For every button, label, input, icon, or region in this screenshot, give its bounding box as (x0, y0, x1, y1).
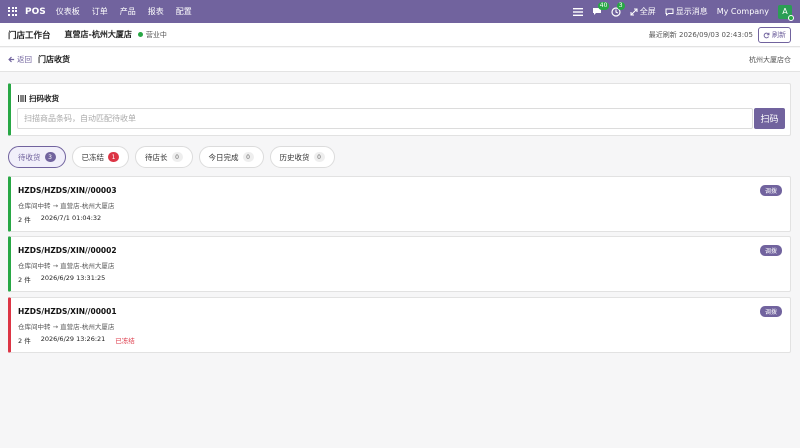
list-icon[interactable] (572, 7, 583, 16)
nav-reports[interactable]: 报表 (148, 6, 164, 17)
scan-button[interactable]: 扫码 (754, 108, 785, 129)
barcode-input[interactable] (17, 108, 753, 129)
store-name: 直营店-杭州大厦店 (64, 30, 132, 39)
brand-name[interactable]: POS (25, 7, 46, 17)
scan-title-text: 扫码收货 (29, 94, 59, 103)
chat-button[interactable]: 40 (592, 2, 610, 16)
tab-pending[interactable]: 待收货 3 (8, 146, 66, 168)
tab-label: 已冻结 (81, 152, 105, 162)
tab-count-badge: 0 (313, 152, 325, 162)
tab-count-badge: 1 (108, 152, 119, 162)
frozen-status: 已冻结 (115, 337, 135, 345)
nav-config[interactable]: 配置 (176, 6, 192, 17)
topbar-right: 40 3 全屏 显示消息 My Company A (572, 0, 800, 23)
tab-label: 今日完成 (208, 152, 239, 162)
order-card[interactable]: HZDS/HZDS/XIN//00001 仓库间中转 → 直营店-杭州大厦店 2… (8, 297, 791, 353)
barcode-icon (18, 95, 26, 102)
warehouse-name: 杭州大厦店仓 (749, 55, 791, 64)
activity-count-badge: 3 (616, 1, 625, 10)
message-icon (665, 8, 674, 16)
order-route: 仓库间中转 → 直营店-杭州大厦店 (18, 202, 115, 210)
avatar-letter: A (782, 7, 788, 16)
status-dot-icon (137, 32, 143, 37)
page-title: 门店收货 (38, 55, 70, 64)
activity-button[interactable]: 3 (611, 1, 625, 17)
tab-today-done[interactable]: 今日完成 0 (198, 146, 264, 168)
nav-products[interactable]: 产品 (120, 6, 136, 17)
workbench-bar: 门店工作台 直营店-杭州大厦店 营业中 最近刷新 2026/09/03 02:4… (0, 23, 800, 47)
chat-count-badge: 40 (597, 2, 610, 10)
store-status: 营业中 (137, 30, 167, 40)
apps-grid-icon[interactable] (8, 6, 18, 17)
order-time: 2026/6/29 13:31:25 (40, 274, 106, 282)
page-header: 返回 门店收货 杭州大厦店仓 (0, 48, 800, 72)
store-status-text: 营业中 (145, 30, 167, 39)
tab-label: 待店长 (145, 152, 168, 162)
order-qty: 2 件 (18, 276, 31, 284)
order-route: 仓库间中转 → 直营店-杭州大厦店 (18, 323, 115, 331)
transfer-tag: 调拨 (759, 306, 782, 317)
refresh-label: 刷新 (772, 31, 786, 39)
order-qty: 2 件 (18, 216, 31, 224)
tab-count-badge: 0 (242, 152, 254, 162)
back-button[interactable]: 返回 (8, 54, 32, 65)
tab-count-badge: 0 (171, 152, 183, 162)
order-card[interactable]: HZDS/HZDS/XIN//00003 仓库间中转 → 直营店-杭州大厦店 2… (8, 176, 791, 232)
workbench-title: 门店工作台 (8, 30, 51, 41)
order-time: 2026/6/29 13:26:21 (40, 335, 106, 343)
refresh-button[interactable]: 刷新 (758, 27, 791, 43)
scan-receive-card: 扫码收货 扫码 (8, 83, 791, 136)
nav-orders[interactable]: 订单 (92, 6, 108, 17)
back-label: 返回 (17, 55, 32, 64)
refresh-icon (763, 32, 770, 38)
tab-label: 待收货 (18, 152, 41, 162)
online-status-dot (788, 14, 794, 21)
tab-label: 历史收货 (279, 152, 310, 162)
top-navbar: POS 仪表板 订单 产品 报表 配置 40 3 全屏 显示消息 My Comp… (0, 0, 800, 23)
order-code: HZDS/HZDS/XIN//00001 (18, 307, 117, 316)
company-switcher[interactable]: My Company (717, 7, 769, 16)
tab-frozen[interactable]: 已冻结 1 (71, 146, 129, 168)
expand-icon (630, 7, 638, 16)
order-card[interactable]: HZDS/HZDS/XIN//00002 仓库间中转 → 直营店-杭州大厦店 2… (8, 236, 791, 292)
order-code: HZDS/HZDS/XIN//00003 (18, 186, 117, 195)
fullscreen-label: 全屏 (639, 7, 656, 16)
tab-count-badge: 3 (44, 152, 56, 162)
order-meta: 2 件 2026/6/29 13:31:25 (18, 274, 115, 284)
tab-manager[interactable]: 待店长 0 (135, 146, 193, 168)
refresh-area: 最近刷新 2026/09/03 02:43:05 刷新 (649, 23, 791, 47)
arrow-left-icon (8, 56, 15, 63)
order-route: 仓库间中转 → 直营店-杭州大厦店 (18, 262, 115, 270)
nav-dashboard[interactable]: 仪表板 (56, 6, 80, 17)
order-qty: 2 件 (18, 337, 31, 345)
receive-tabs: 待收货 3 已冻结 1 待店长 0 今日完成 0 历史收货 0 (8, 146, 341, 168)
fullscreen-button[interactable]: 全屏 (630, 6, 656, 17)
order-meta: 2 件 2026/6/29 13:26:21 已冻结 (18, 335, 145, 345)
order-code: HZDS/HZDS/XIN//00002 (18, 246, 117, 255)
order-meta: 2 件 2026/7/1 01:04:32 (18, 214, 111, 224)
main-nav: 仪表板 订单 产品 报表 配置 (56, 6, 204, 17)
tab-history[interactable]: 历史收货 0 (269, 146, 335, 168)
transfer-tag: 调拨 (759, 185, 782, 196)
order-time: 2026/7/1 01:04:32 (40, 214, 102, 222)
avatar[interactable]: A (778, 4, 794, 21)
messages-button[interactable]: 显示消息 (665, 6, 708, 17)
transfer-tag: 调拨 (759, 245, 782, 256)
scan-title: 扫码收货 (18, 93, 59, 104)
last-refresh-time: 最近刷新 2026/09/03 02:43:05 (648, 31, 753, 39)
messages-label: 显示消息 (675, 7, 708, 16)
